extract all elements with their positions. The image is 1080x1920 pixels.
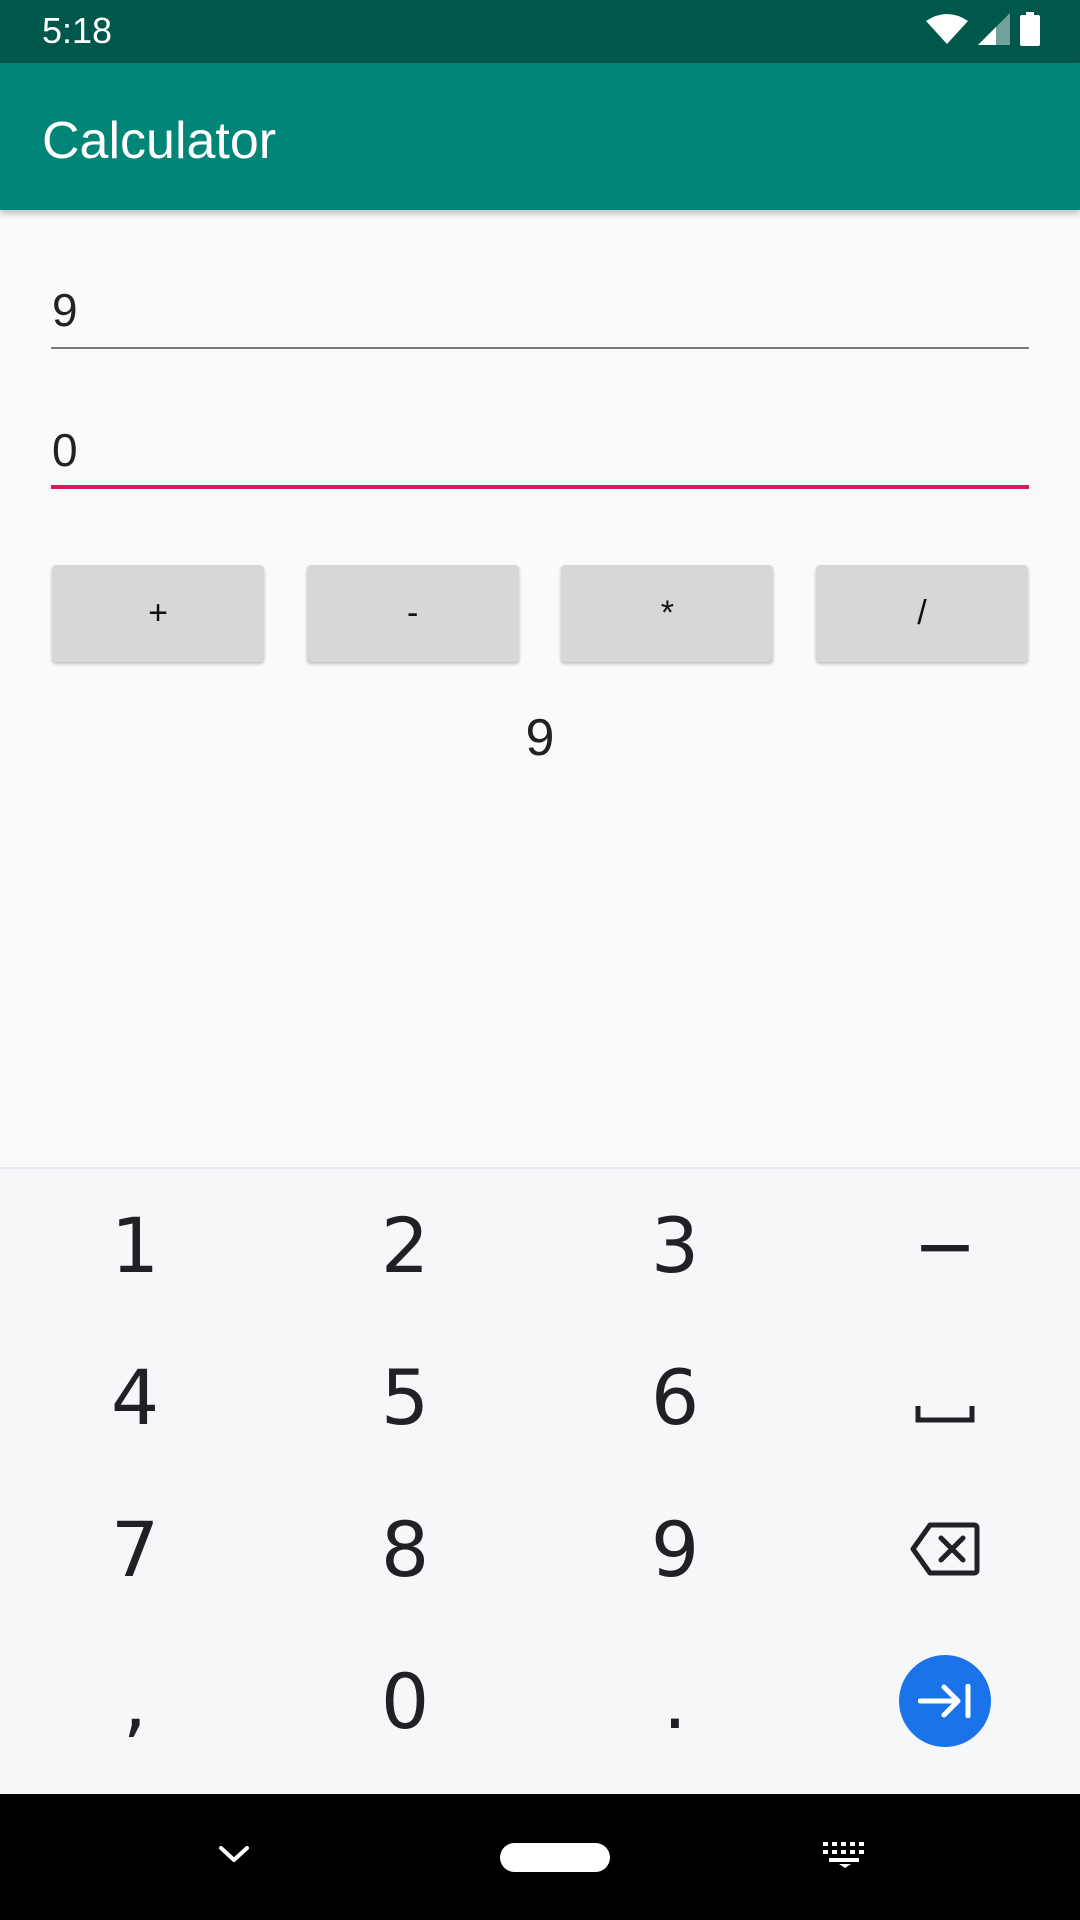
key-5[interactable]: 5	[270, 1321, 540, 1473]
keyboard-switch-icon	[823, 1841, 867, 1873]
wifi-icon	[926, 13, 968, 50]
key-4[interactable]: 4	[0, 1321, 270, 1473]
key-3[interactable]: 3	[540, 1169, 810, 1321]
key-comma[interactable]: ,	[0, 1625, 270, 1777]
key-6[interactable]: 6	[540, 1321, 810, 1473]
key-period[interactable]: .	[540, 1625, 810, 1777]
key-2[interactable]: 2	[270, 1169, 540, 1321]
app-title: Calculator	[42, 112, 277, 170]
result-text: 9	[525, 709, 555, 767]
keyboard-switch-button[interactable]	[810, 1827, 880, 1887]
key-9[interactable]: 9	[540, 1473, 810, 1625]
cell-signal-icon	[978, 12, 1010, 50]
key-space[interactable]	[810, 1321, 1080, 1473]
navigation-bar	[0, 1794, 1080, 1920]
divide-button[interactable]: /	[815, 565, 1028, 662]
status-bar: 5:18	[0, 0, 1080, 63]
first-number-field[interactable]: 9	[51, 282, 1029, 349]
key-backspace[interactable]	[810, 1473, 1080, 1625]
key-minus[interactable]: −	[810, 1169, 1080, 1321]
app-bar: Calculator	[0, 63, 1080, 210]
home-button[interactable]	[500, 1832, 610, 1882]
multiply-button[interactable]: *	[561, 565, 774, 662]
next-field-icon	[899, 1655, 991, 1747]
space-icon	[915, 1353, 975, 1442]
numeric-keyboard: 1 2 3 − 4 5 6 7 8 9 , 0 .	[0, 1167, 1080, 1796]
key-8[interactable]: 8	[270, 1473, 540, 1625]
back-button[interactable]	[200, 1827, 268, 1887]
battery-icon	[1020, 11, 1040, 51]
home-pill-icon	[500, 1842, 610, 1872]
key-7[interactable]: 7	[0, 1473, 270, 1625]
key-0[interactable]: 0	[270, 1625, 540, 1777]
operation-buttons: + - * /	[52, 565, 1028, 662]
second-number-field[interactable]: 0	[51, 422, 1029, 489]
status-time: 5:18	[42, 10, 113, 51]
back-chevron-icon	[218, 1845, 250, 1870]
add-button[interactable]: +	[52, 565, 264, 662]
key-1[interactable]: 1	[0, 1169, 270, 1321]
status-icons	[926, 11, 1040, 51]
subtract-button[interactable]: -	[306, 565, 519, 662]
backspace-icon	[910, 1505, 980, 1594]
key-next[interactable]	[810, 1625, 1080, 1777]
